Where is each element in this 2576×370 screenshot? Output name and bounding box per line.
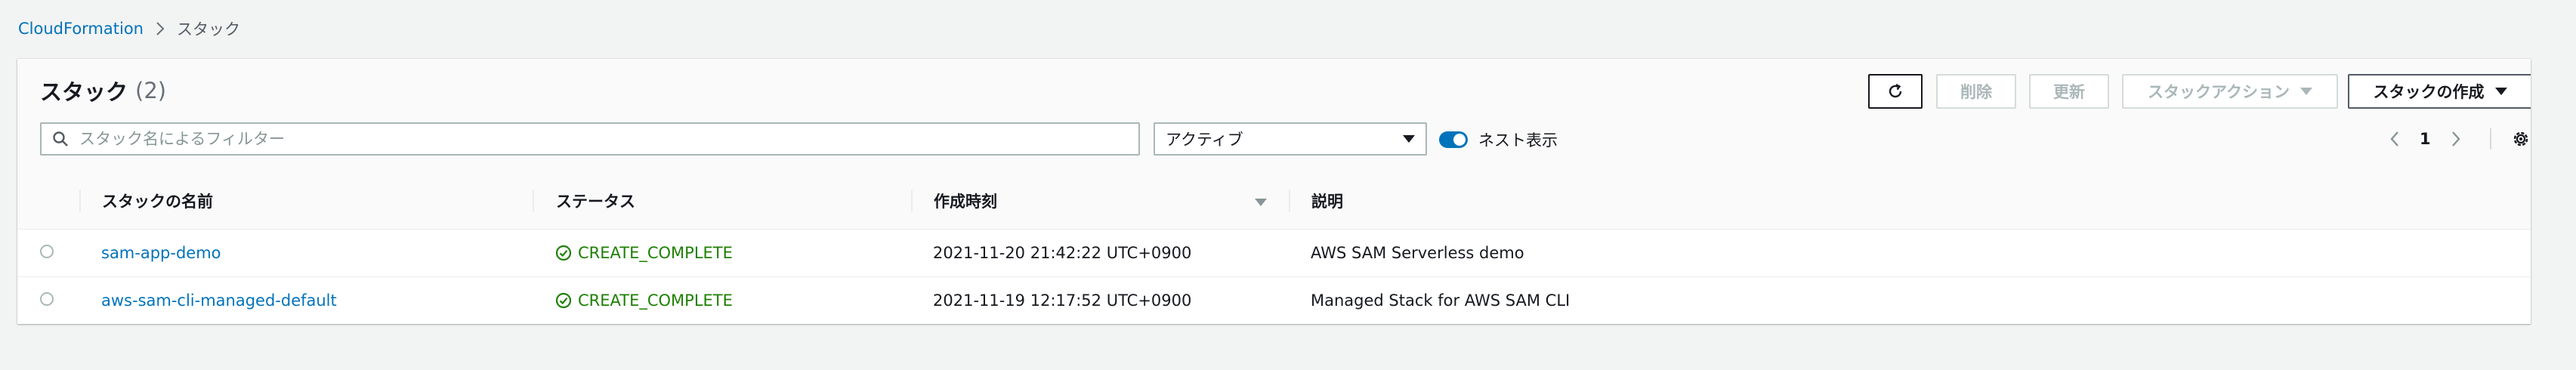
nested-view-toggle[interactable]: ネスト表示: [1439, 128, 1558, 151]
pager-divider: [2489, 128, 2491, 150]
stack-actions-button[interactable]: スタックアクション: [2122, 74, 2338, 109]
refresh-button[interactable]: [1868, 74, 1923, 109]
page-title: スタック (2): [40, 76, 166, 106]
table-row[interactable]: aws-sam-cli-managed-default CREATE_COMPL…: [17, 277, 2531, 324]
caret-down-icon: [2494, 88, 2507, 95]
check-circle-icon: [555, 245, 572, 261]
row-select-radio[interactable]: [40, 245, 54, 258]
column-header-status[interactable]: ステータス: [556, 173, 635, 229]
column-divider: [533, 190, 534, 212]
update-button[interactable]: 更新: [2029, 74, 2109, 109]
chevron-left-icon[interactable]: [2389, 130, 2400, 148]
sort-descending-icon[interactable]: [1254, 198, 1268, 207]
column-divider: [79, 190, 81, 212]
gear-icon[interactable]: [2511, 129, 2531, 149]
toggle-switch[interactable]: [1439, 131, 1468, 148]
description: AWS SAM Serverless demo: [1311, 244, 1524, 262]
stack-actions-label: スタックアクション: [2148, 83, 2290, 101]
breadcrumb-current: スタック: [176, 20, 240, 39]
column-header-stack-name[interactable]: スタックの名前: [102, 173, 213, 229]
nested-view-label: ネスト表示: [1478, 131, 1558, 150]
check-circle-icon: [555, 292, 572, 309]
stack-name-link[interactable]: sam-app-demo: [101, 230, 221, 276]
search-box: [40, 122, 1140, 156]
chevron-right-icon: [156, 21, 165, 36]
stack-name-link[interactable]: aws-sam-cli-managed-default: [101, 277, 337, 324]
status-filter-value: アクティブ: [1166, 131, 1243, 149]
pagination: 1: [2389, 125, 2531, 153]
column-header-created-time[interactable]: 作成時刻: [934, 173, 997, 229]
page-title-text: スタック: [40, 79, 128, 105]
table-row[interactable]: sam-app-demo CREATE_COMPLETE 2021-11-20 …: [17, 230, 2531, 277]
current-page[interactable]: 1: [2420, 130, 2431, 148]
toggle-knob: [1453, 134, 1466, 146]
status-text: CREATE_COMPLETE: [578, 291, 733, 310]
refresh-icon: [1889, 83, 1902, 98]
stack-count: (2): [135, 78, 167, 103]
breadcrumb-cloudformation-link[interactable]: CloudFormation: [18, 20, 144, 38]
row-select-radio[interactable]: [40, 292, 54, 306]
status-cell: CREATE_COMPLETE: [555, 230, 733, 276]
caret-down-icon: [2300, 88, 2312, 95]
caret-down-icon: [1403, 135, 1415, 143]
column-header-description[interactable]: 説明: [1311, 173, 1343, 229]
status-filter-select[interactable]: アクティブ: [1154, 122, 1427, 156]
column-divider: [911, 190, 913, 212]
chevron-right-icon[interactable]: [2451, 130, 2461, 148]
delete-button[interactable]: 削除: [1936, 74, 2016, 109]
status-text: CREATE_COMPLETE: [578, 244, 733, 262]
table-header: スタックの名前 ステータス 作成時刻 説明: [17, 173, 2531, 230]
create-stack-label: スタックの作成: [2373, 83, 2485, 101]
search-input[interactable]: [78, 129, 1138, 149]
created-time: 2021-11-19 12:17:52 UTC+0900: [933, 291, 1192, 310]
description: Managed Stack for AWS SAM CLI: [1311, 291, 1571, 310]
column-divider: [1289, 190, 1290, 212]
create-stack-button[interactable]: スタックの作成: [2348, 74, 2531, 109]
breadcrumb: CloudFormation スタック: [18, 18, 240, 39]
stacks-panel: スタック (2) 削除 更新 スタックアクション スタックの作成 スタック名によ…: [17, 59, 2531, 324]
search-icon: [53, 131, 68, 146]
status-cell: CREATE_COMPLETE: [555, 277, 733, 324]
panel-header: スタック (2) 削除 更新 スタックアクション スタックの作成 スタック名によ…: [17, 59, 2531, 174]
created-time: 2021-11-20 21:42:22 UTC+0900: [933, 244, 1192, 262]
